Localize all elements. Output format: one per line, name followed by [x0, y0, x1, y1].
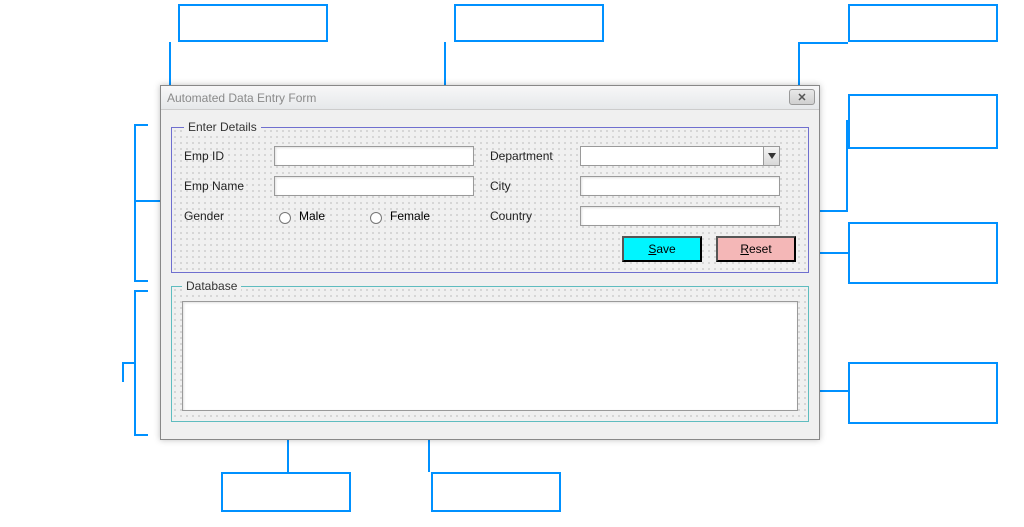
callout-box [848, 4, 998, 42]
titlebar: Automated Data Entry Form ✕ [161, 86, 819, 110]
radio-female-label: Female [390, 209, 430, 223]
frame-brace [134, 290, 148, 436]
callout-box [454, 4, 604, 42]
frame-brace [134, 124, 148, 282]
callout-line [122, 362, 124, 382]
radio-male[interactable]: Male [274, 209, 325, 224]
userform-window: Automated Data Entry Form ✕ Enter Detail… [160, 85, 820, 440]
close-button[interactable]: ✕ [789, 89, 815, 105]
label-emp-name: Emp Name [184, 179, 274, 193]
callout-box [848, 362, 998, 424]
database-listbox[interactable] [182, 301, 798, 411]
frame-legend: Database [182, 279, 241, 293]
chevron-down-icon[interactable] [763, 147, 779, 165]
radio-female-input[interactable] [370, 212, 382, 224]
frame-legend: Enter Details [184, 120, 261, 134]
radio-male-label: Male [299, 209, 325, 223]
label-country: Country [490, 209, 580, 223]
callout-line [846, 120, 848, 212]
callout-box [221, 472, 351, 512]
callout-line [798, 42, 848, 44]
radio-male-input[interactable] [279, 212, 291, 224]
window-title: Automated Data Entry Form [167, 91, 316, 105]
reset-button[interactable]: RReseteset [716, 236, 796, 262]
department-input[interactable] [580, 146, 780, 166]
callout-line [122, 362, 136, 364]
frame-enter-details: Enter Details Emp ID Department [171, 120, 809, 273]
emp-id-input[interactable] [274, 146, 474, 166]
emp-name-input[interactable] [274, 176, 474, 196]
country-input[interactable] [580, 206, 780, 226]
department-combobox[interactable] [580, 146, 780, 166]
frame-database: Database [171, 279, 809, 422]
callout-box [848, 94, 998, 149]
callout-box [178, 4, 328, 42]
callout-box [431, 472, 561, 512]
label-gender: Gender [184, 209, 274, 223]
label-city: City [490, 179, 580, 193]
label-department: Department [490, 149, 580, 163]
save-button[interactable]: SSaveave [622, 236, 702, 262]
city-input[interactable] [580, 176, 780, 196]
callout-box [848, 222, 998, 284]
label-emp-id: Emp ID [184, 149, 274, 163]
close-icon: ✕ [797, 91, 806, 104]
radio-female[interactable]: Female [365, 209, 430, 224]
